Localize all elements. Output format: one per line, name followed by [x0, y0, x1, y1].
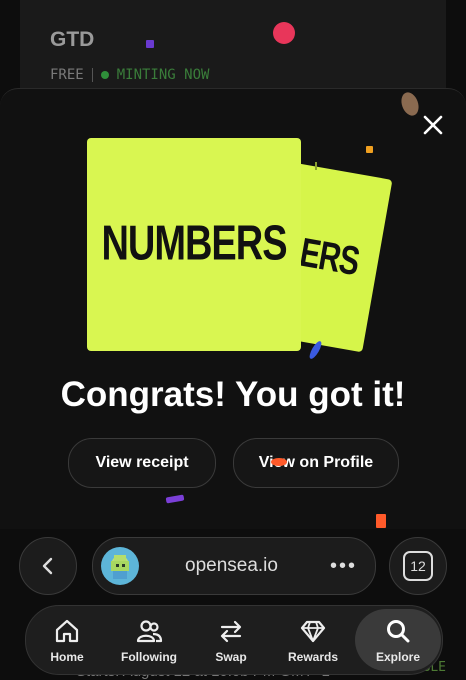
users-icon	[136, 619, 163, 642]
confetti-piece	[315, 162, 317, 170]
drop-status: MINTING NOW	[116, 67, 210, 83]
confetti-piece	[273, 22, 295, 44]
nav-home[interactable]: Home	[27, 609, 107, 671]
status-dot-icon	[100, 71, 109, 79]
confetti-piece	[146, 40, 154, 48]
confetti-piece	[366, 146, 373, 153]
nav-rewards-label: Rewards	[287, 649, 339, 664]
nav-explore-label: Explore	[375, 649, 420, 664]
nav-swap-label: Swap	[215, 649, 247, 664]
search-icon	[387, 619, 410, 642]
nav-explore[interactable]: Explore	[355, 609, 441, 671]
diamond-icon	[300, 620, 326, 642]
view-on-profile-button[interactable]: View on Profile	[233, 438, 399, 488]
chevron-left-icon	[42, 557, 53, 575]
nft-card-front-text: NUMBERS	[101, 216, 287, 272]
bottom-nav: Home Following Swap Rewards Explore	[25, 605, 443, 675]
nft-card-back-text: ERS	[296, 230, 363, 285]
nav-rewards[interactable]: Rewards	[273, 609, 353, 671]
home-icon	[55, 619, 79, 642]
tab-count: 12	[403, 551, 433, 581]
close-button[interactable]	[420, 112, 446, 138]
address-bar[interactable]: opensea.io •••	[92, 537, 376, 595]
nav-home-label: Home	[50, 649, 84, 664]
drop-price: FREE	[50, 67, 84, 83]
url-text: opensea.io	[185, 555, 278, 576]
site-favicon-icon	[101, 547, 139, 585]
nav-swap[interactable]: Swap	[191, 609, 271, 671]
drop-title: GTD	[50, 28, 95, 51]
tabs-button[interactable]: 12	[389, 537, 447, 595]
nav-following-label: Following	[121, 649, 177, 664]
nav-following[interactable]: Following	[109, 609, 189, 671]
drop-meta: FREE MINTING NOW	[50, 67, 209, 83]
more-options-icon[interactable]: •••	[330, 555, 357, 578]
divider	[91, 68, 93, 82]
swap-icon	[220, 620, 242, 642]
success-headline: Congrats! You got it!	[60, 375, 406, 414]
view-receipt-button[interactable]: View receipt	[68, 438, 216, 488]
confetti-piece	[271, 458, 287, 466]
nft-card-front: NUMBERS	[87, 138, 301, 351]
close-icon	[423, 115, 443, 135]
browser-back-button[interactable]	[19, 537, 77, 595]
confetti-piece	[376, 514, 386, 528]
